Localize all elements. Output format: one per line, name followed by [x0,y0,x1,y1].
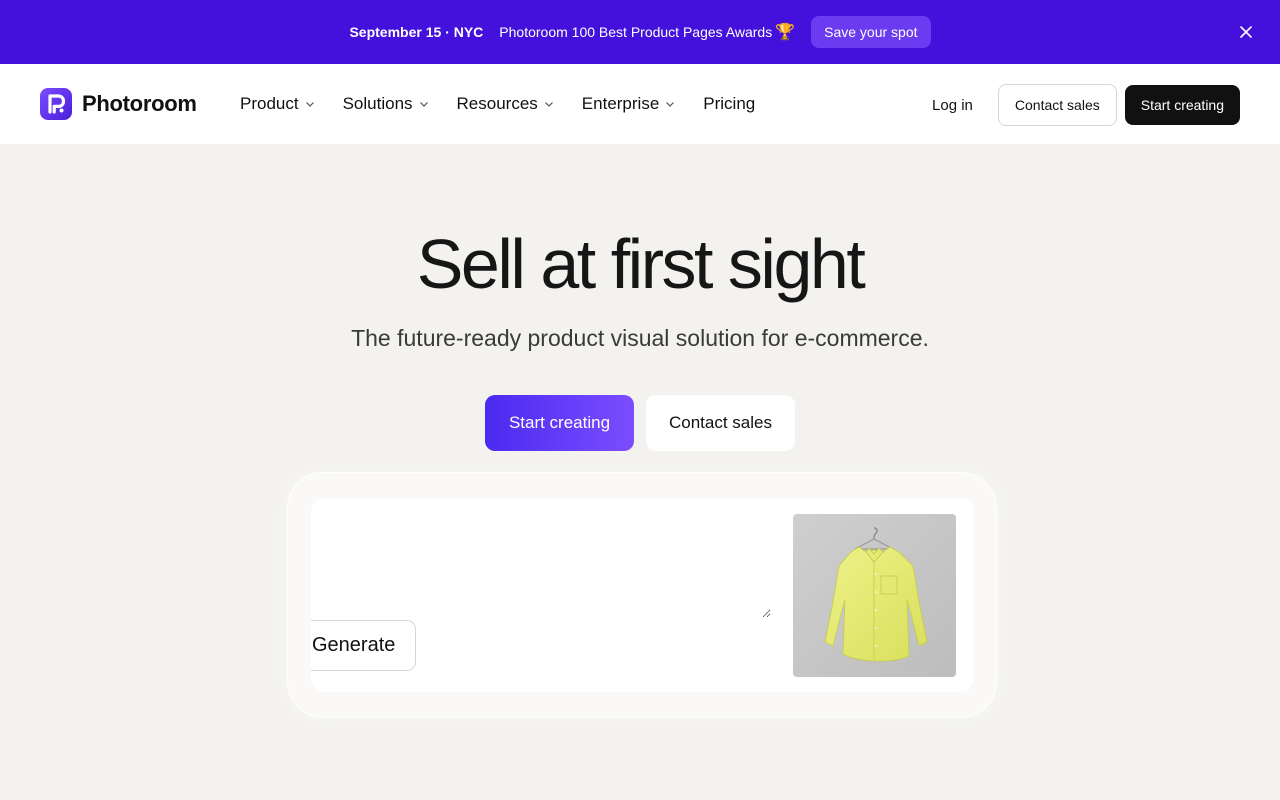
banner-content: September 15 · NYC Photoroom 100 Best Pr… [349,16,931,48]
product-image [793,514,956,677]
trophy-icon: 🏆 [775,24,796,41]
generate-button[interactable]: Generate [311,620,417,671]
primary-menu: Product Solutions Resources Enterprise P… [240,92,783,116]
contact-sales-button[interactable]: Contact sales [997,84,1117,126]
log-in-link[interactable]: Log in [932,97,973,114]
banner-text: Photoroom 100 Best Product Pages Awards [499,24,773,40]
yellow-shirt-icon [793,514,956,677]
menu-item-resources[interactable]: Resources [457,92,554,116]
hero-contact-sales-button[interactable]: Contact sales [646,395,795,451]
chevron-down-icon [666,102,675,107]
announcement-banner: September 15 · NYC Photoroom 100 Best Pr… [0,0,1280,64]
menu-item-label: Resources [456,94,538,113]
logo-text: Photoroom [82,91,197,116]
close-icon[interactable] [1236,22,1256,42]
chevron-down-icon [305,102,314,107]
menu-item-label: Product [240,94,299,113]
chevron-down-icon [419,102,428,107]
save-your-spot-button[interactable]: Save your spot [811,16,931,48]
hero-start-creating-button[interactable]: Start creating [485,395,634,451]
prompt-input[interactable] [311,498,771,618]
demo-card: Generate [311,498,974,692]
logo-link[interactable]: Photoroom [40,88,197,120]
menu-item-label: Enterprise [581,94,660,113]
hero-cta-group: Start creating Contact sales [485,395,795,451]
hero-subtitle: The future-ready product visual solution… [351,325,929,351]
start-creating-button[interactable]: Start creating [1124,85,1240,125]
menu-item-product[interactable]: Product [240,92,315,116]
menu-item-solutions[interactable]: Solutions [343,92,429,116]
menu-item-label: Solutions [342,94,413,113]
main-navigation: Photoroom Product Solutions Resources En… [0,64,1280,144]
photoroom-logo-icon [40,88,72,120]
menu-item-enterprise[interactable]: Enterprise [582,92,675,116]
menu-item-pricing[interactable]: Pricing [703,92,755,116]
nav-actions: Log in Contact sales Start creating [932,84,1240,126]
menu-item-label: Pricing [703,94,756,113]
banner-date: September 15 · NYC [349,24,484,40]
chevron-down-icon [544,102,553,107]
hero-title: Sell at first sight [416,225,866,303]
